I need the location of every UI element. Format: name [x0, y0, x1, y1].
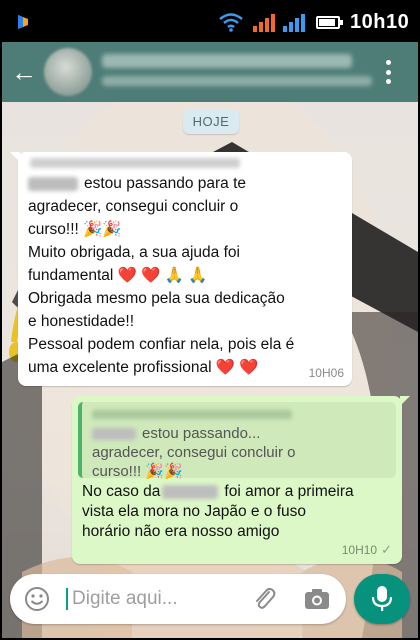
quoted-sender-redacted [92, 410, 292, 419]
signal-strength-icon-secondary [283, 14, 305, 32]
incoming-message-bubble[interactable]: estou passando para te agradecer, conseg… [10, 152, 352, 386]
message-line-text: foi amor a primeira [224, 483, 354, 500]
message-timestamp: 10H06 [308, 366, 344, 380]
outgoing-message-text: No caso da foi amor a primeira vista ela … [82, 482, 398, 542]
contact-status-redacted [102, 76, 372, 86]
contact-avatar[interactable] [44, 48, 92, 96]
message-input[interactable]: Digite aqui... [72, 588, 178, 610]
message-line: No caso da foi amor a primeira [82, 482, 398, 502]
outgoing-message-bubble[interactable]: estou passando... agradecer, consegui co… [72, 396, 410, 564]
attachment-clip-icon[interactable] [252, 586, 276, 612]
message-line: curso!!! 🎉🎉 [28, 221, 122, 238]
quoted-line: curso!!! 🎉🎉 [92, 463, 183, 480]
redacted-name [162, 484, 219, 499]
quoted-text: estou passando... agradecer, consegui co… [92, 424, 392, 481]
phone-screen: 10h10 ← HOJE estou passando para te agra… [2, 2, 418, 638]
message-line: horário não era nosso amigo [82, 523, 280, 540]
text-cursor [66, 588, 68, 610]
quoted-line-text: estou passando... [142, 425, 261, 442]
battery-icon [316, 16, 343, 29]
contact-name-redacted[interactable] [102, 54, 352, 68]
message-line: estou passando para te [28, 172, 346, 195]
message-line: agradecer, consegui concluir o [28, 198, 239, 215]
chat-header: ← [2, 42, 418, 102]
quoted-line: estou passando... [92, 424, 392, 443]
message-line: Obrigada mesmo pela sua dedicação [28, 290, 285, 307]
back-arrow-icon[interactable]: ← [10, 58, 38, 86]
redacted-name [28, 176, 78, 191]
message-line: fundamental ❤️ ❤️ 🙏 🙏 [28, 267, 208, 284]
quoted-line: agradecer, consegui concluir o [92, 444, 296, 461]
quoted-reply[interactable]: estou passando... agradecer, consegui co… [78, 402, 396, 481]
date-divider: HOJE [183, 110, 239, 134]
voice-message-button[interactable] [354, 574, 410, 624]
message-line-text: estou passando para te [84, 175, 247, 192]
app-notification-icon [18, 15, 28, 29]
wifi-icon [219, 13, 243, 32]
redacted-name [92, 428, 136, 441]
message-timestamp: 10H10 [341, 543, 378, 557]
microphone-icon [371, 586, 393, 611]
message-timestamp-row: 10H10 ✓ [342, 542, 392, 558]
message-composer[interactable]: Digite aqui... [10, 574, 346, 624]
sender-name-redacted [30, 158, 240, 168]
message-line: Pessoal podem confiar nela, pois ela é [28, 336, 295, 353]
emoji-icon[interactable] [24, 586, 50, 612]
overflow-menu-icon[interactable] [382, 56, 394, 88]
camera-icon[interactable] [304, 588, 330, 610]
message-line-text: No caso da [82, 483, 161, 500]
status-time: 10h10 [350, 11, 410, 33]
status-bar: 10h10 [2, 2, 418, 42]
signal-strength-icon [253, 14, 275, 32]
incoming-message-text: estou passando para te agradecer, conseg… [28, 172, 346, 379]
message-line: e honestidade!! [28, 313, 135, 330]
message-line: uma excelente profissional ❤️ ❤️ [28, 359, 259, 376]
chat-area[interactable]: HOJE estou passando para te agradecer, c… [2, 102, 418, 638]
battery-level [319, 19, 335, 26]
message-line: Muito obrigada, a sua ajuda foi [28, 244, 240, 261]
double-check-icon: ✓ [381, 542, 392, 557]
message-line: vista ela mora no Japão e o fuso [82, 503, 307, 520]
